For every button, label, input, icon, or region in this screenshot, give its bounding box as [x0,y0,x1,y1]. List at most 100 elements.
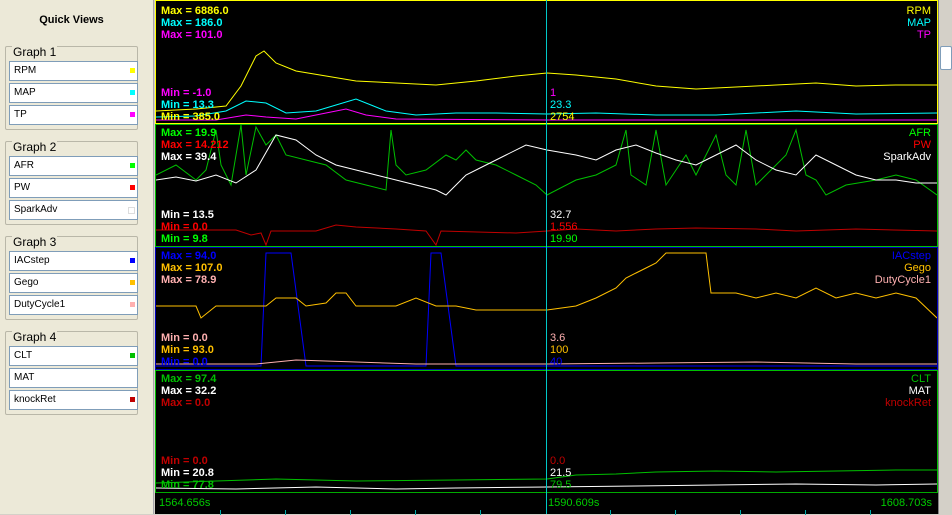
graph-1-min-label-1: Min = 13.3 [161,99,214,111]
graph-3-cursor-value-2: 40 [550,356,563,368]
scroll-handle[interactable] [940,46,952,70]
log-graph-area[interactable]: Max = 6886.0 Max = 186.0 Max = 101.0 Min… [155,0,938,515]
color-swatch [130,185,135,190]
time-tick [350,510,351,515]
graph-1-group: Graph 1 RPM MAP TP [5,45,138,130]
color-swatch [128,207,135,214]
graph-2-max-label-0: Max = 19.9 [161,127,217,139]
quick-views-panel: Quick Views Graph 1 RPM MAP TP Graph 2 A… [0,0,154,514]
time-tick [740,510,741,515]
graph-2-cursor-value-0: 32.7 [550,209,572,221]
color-swatch [130,280,135,285]
color-swatch [130,353,135,358]
var-item-mat[interactable]: MAT [9,368,138,388]
var-item-clt[interactable]: CLT [9,346,138,366]
var-item-afr[interactable]: AFR [9,156,138,176]
graph-2-series-name-0: AFR [909,127,931,139]
graph-4-title: Graph 4 [12,330,58,344]
graph-4-series-name-0: CLT [911,373,931,385]
graph-1-min-label-2: Min = 385.0 [161,111,221,123]
graph-3-max-label-1: Max = 107.0 [161,262,223,274]
time-tick [805,510,806,515]
graph-3-group: Graph 3 IACstep Gego DutyCycle1 [5,235,138,320]
graph-3-cursor-value-1: 100 [550,344,569,356]
time-cursor-label: 1590.609s [548,497,600,509]
var-item-pw[interactable]: PW [9,178,138,198]
color-swatch [130,68,135,73]
graph-4-cursor-value-2: 79.5 [550,479,572,491]
time-end-label: 1608.703s [880,497,932,509]
var-label: SparkAdv [14,204,58,215]
graph-1-series-name-0: RPM [906,5,931,17]
graph-1-max-label-2: Max = 101.0 [161,29,223,41]
graph-2-min-label-1: Min = 0.0 [161,221,208,233]
graph-4-cursor-value-0: 0.0 [550,455,566,467]
time-tick [610,510,611,515]
graph-4-max-label-1: Max = 32.2 [161,385,217,397]
var-label: DutyCycle1 [14,299,66,310]
graph-1-series-name-1: MAP [907,17,931,29]
time-tick [870,510,871,515]
var-item-iacstep[interactable]: IACstep [9,251,138,271]
var-label: PW [14,182,31,193]
graph-3-min-label-1: Min = 93.0 [161,344,214,356]
var-label: IACstep [14,255,50,266]
graph-1-max-label-0: Max = 6886.0 [161,5,229,17]
graph-3-series-name-2: DutyCycle1 [874,274,931,286]
graph-3-title: Graph 3 [12,235,58,249]
color-swatch [130,112,135,117]
graph-4-min-label-0: Min = 0.0 [161,455,208,467]
time-tick [415,510,416,515]
var-label: AFR [14,160,34,171]
var-item-dutycycle1[interactable]: DutyCycle1 [9,295,138,315]
graph-4-max-label-2: Max = 0.0 [161,397,211,409]
graph-4-series-name-1: MAT [908,385,931,397]
graph-3-series-name-1: Gego [904,262,931,274]
graph-3-min-label-2: Min = 0.0 [161,356,208,368]
graph-4-series-name-2: knockRet [885,397,931,409]
graph-4-max-label-0: Max = 97.4 [161,373,217,385]
color-swatch [130,397,135,402]
graph-1-title: Graph 1 [12,45,58,59]
var-label: RPM [14,65,37,76]
graph-3-max-label-0: Max = 94.0 [161,250,217,262]
var-item-gego[interactable]: Gego [9,273,138,293]
quick-views-title: Quick Views [39,14,104,26]
graph-2-min-label-0: Min = 13.5 [161,209,214,221]
graph-2-title: Graph 2 [12,140,58,154]
graph-1-cursor-value-2: 2754 [550,111,575,123]
right-scroll-strip [938,0,952,514]
graph-2-cursor-value-1: 1.556 [550,221,578,233]
time-tick [675,510,676,515]
time-cursor-line[interactable] [546,0,547,514]
graph-3-cursor-value-0: 3.6 [550,332,566,344]
graph-4-min-label-1: Min = 20.8 [161,467,214,479]
time-tick [220,510,221,515]
var-item-tp[interactable]: TP [9,105,138,125]
graph-4-cursor-value-1: 21.5 [550,467,572,479]
var-item-rpm[interactable]: RPM [9,61,138,81]
graph-3-min-label-0: Min = 0.0 [161,332,208,344]
var-label: MAP [14,87,36,98]
color-swatch [130,163,135,168]
color-swatch [130,258,135,263]
graph-1-cursor-value-0: 1 [550,87,557,99]
time-start-label: 1564.656s [159,497,211,509]
graph-2-series-name-1: PW [913,139,931,151]
time-tick [285,510,286,515]
graph-1-series-name-2: TP [916,29,931,41]
graph-1-max-label-1: Max = 186.0 [161,17,223,29]
graph-1-cursor-value-1: 23.3 [550,99,572,111]
color-swatch [130,302,135,307]
graph-2-series-name-2: SparkAdv [883,151,931,163]
var-item-sparkadv[interactable]: SparkAdv [9,200,138,220]
graph-2-min-label-2: Min = 9.8 [161,233,208,245]
graph-3-max-label-2: Max = 78.9 [161,274,217,286]
var-label: TP [14,109,27,120]
graph-2-max-label-2: Max = 39.4 [161,151,217,163]
graph-4-min-label-2: Min = 77.8 [161,479,214,491]
var-item-knockret[interactable]: knockRet [9,390,138,410]
var-label: knockRet [14,394,56,405]
var-item-map[interactable]: MAP [9,83,138,103]
graph-4-group: Graph 4 CLT MAT knockRet [5,330,138,415]
